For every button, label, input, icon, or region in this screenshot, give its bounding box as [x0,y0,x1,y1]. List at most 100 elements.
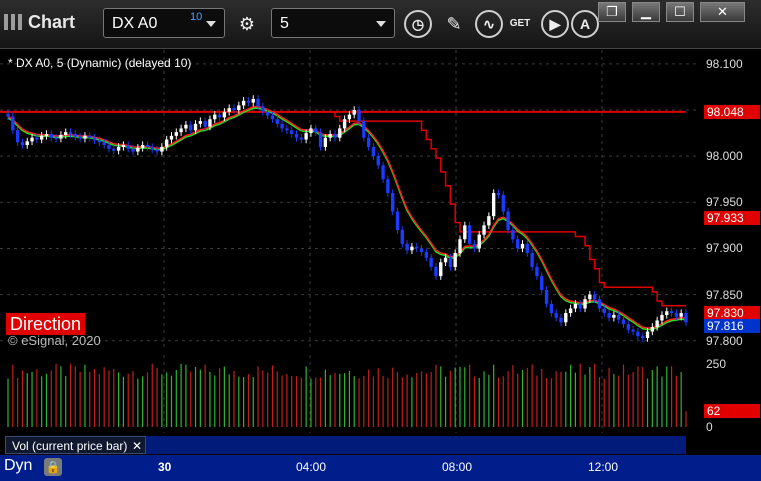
time-axis[interactable]: Dyn 🔒 30 04:00 08:00 12:00 [0,455,761,481]
candle-body [487,216,491,226]
volume-study-label: Vol (current price bar) [12,439,128,453]
copyright-text: © eSignal, 2020 [8,333,101,348]
price-axis[interactable]: 98.10098.05098.00097.95097.90097.85097.8… [700,50,761,350]
window-title[interactable]: Chart [4,12,75,33]
alert-icon[interactable]: A [571,10,599,38]
candle-body [482,225,486,235]
candle-body [184,124,188,129]
candle-body [674,313,679,317]
x-tick-label: 04:00 [296,460,327,474]
y-tick-label: 97.800 [706,333,743,348]
candle-body [64,132,68,135]
interval-input[interactable]: 5 [271,8,395,38]
candle-body [323,137,328,147]
symbol-input[interactable]: DX A0 10 [103,8,225,38]
candle-body [299,137,304,140]
candle-body [516,239,520,249]
play-icon[interactable]: ▶ [541,10,569,38]
x-tick-label: 30 [158,460,172,474]
candle-body [568,308,573,314]
candle-body [544,290,549,304]
candle-body [376,156,380,166]
candle-body [217,114,222,118]
candle-body [612,314,616,318]
restore-icon[interactable]: ❐ [598,2,626,22]
study-icon[interactable]: ∿ [475,10,503,38]
candle-body [145,145,150,147]
candle-body [371,146,376,157]
y-tick-label: 97.850 [706,287,743,302]
get-icon-label: GET [509,18,531,29]
get-icon[interactable]: GET [505,10,535,38]
price-chart-panel[interactable]: * DX A0, 5 (Dynamic) (delayed 10) [0,50,700,350]
candle-body [467,225,472,244]
candle-body [107,145,111,149]
chart-toolbar: Chart DX A0 10 ⚙ 5 ◷ ✎ ∿ GET ▶ A ❐ ▁ ☐ ✕ [0,0,761,49]
lock-icon[interactable]: 🔒 [44,458,62,476]
volume-axis[interactable]: 250 62 0 [700,355,761,434]
y-tick-label: 97.900 [706,241,743,256]
candle-body [102,142,106,146]
close-icon[interactable]: ✕ [700,2,745,22]
candle-body [189,124,193,131]
chevron-down-icon[interactable] [376,21,386,27]
candle-body [554,313,558,318]
candle-body [126,145,130,149]
candle-body [443,257,448,263]
pencil-icon[interactable]: ✎ [439,10,469,38]
candle-body [208,119,212,127]
candle-body [136,147,140,152]
dynamic-label[interactable]: Dyn [4,457,32,475]
candle-body [328,134,332,138]
candle-body [540,276,544,290]
grip-icon[interactable] [4,14,22,30]
candle-body [222,111,227,118]
candle-body [333,134,337,138]
candle-body [290,130,294,134]
candle-body [237,105,241,110]
candle-body [496,193,501,195]
candle-body [366,137,371,147]
candle-body [616,314,621,320]
candle-body [227,108,231,112]
volume-study-tab[interactable]: Vol (current price bar) ✕ [5,436,146,454]
candle-body [270,115,275,120]
candle-body [429,257,433,267]
maximize-icon[interactable]: ☐ [666,2,694,22]
candle-body [679,313,683,317]
window-title-text: Chart [28,12,76,32]
close-icon[interactable]: ✕ [132,437,142,455]
candle-body [121,145,126,147]
x-tick-label: 12:00 [588,460,619,474]
red-step-line [8,111,686,307]
candle-body [362,121,366,138]
candle-body [150,146,154,150]
candle-body [578,303,582,309]
candle-body [463,225,467,240]
settings-gear-icon[interactable]: ⚙ [232,10,262,38]
y-tick-label: 98.000 [706,149,743,164]
candle-body [174,132,178,136]
volume-tick-label: 62 [704,404,760,419]
candle-body [669,311,674,314]
candle-body [588,294,592,300]
candle-body [511,230,515,240]
candle-body [261,106,265,112]
candle-body [660,314,664,321]
volume-chart-panel[interactable] [0,355,700,433]
candle-body [294,134,299,138]
symbol-delay-badge: 10 [190,11,203,23]
candle-body [559,317,563,323]
candle-body [78,136,82,139]
clock-icon[interactable]: ◷ [404,10,432,38]
candle-body [564,313,568,323]
price-tag: 97.933 [704,211,760,225]
minimize-icon[interactable]: ▁ [632,2,660,22]
candle-body [256,98,260,107]
candle-body [381,165,385,180]
y-tick-label: 97.950 [706,195,743,210]
candle-body [434,266,438,277]
chevron-down-icon[interactable] [206,21,216,27]
y-tick-label: 98.100 [706,56,743,71]
candle-body [203,121,207,127]
